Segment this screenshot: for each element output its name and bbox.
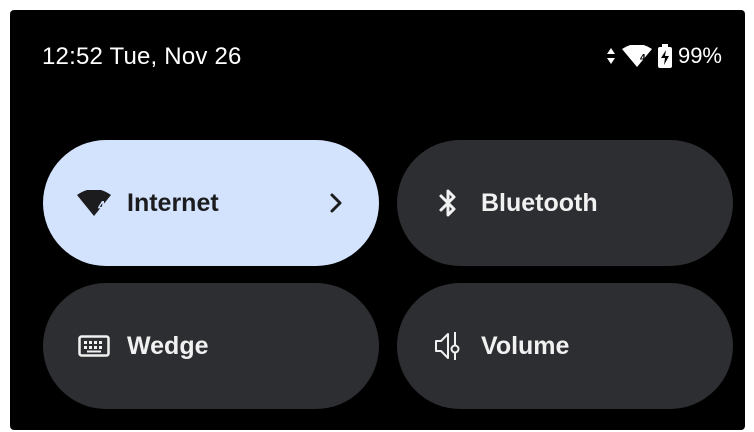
status-icons: 4 99% (606, 43, 722, 69)
keyboard-icon (77, 329, 111, 363)
quick-settings-screen: 12:52 Tue, Nov 26 4 99% 4 Internet Bluet… (10, 10, 745, 430)
svg-text:4: 4 (98, 198, 106, 213)
tile-internet[interactable]: 4 Internet (43, 140, 379, 266)
tile-internet-label: Internet (127, 188, 219, 217)
wifi-icon: 4 (77, 186, 111, 220)
data-updown-icon (606, 48, 615, 64)
wifi-icon: 4 (621, 45, 652, 67)
tile-wedge-label: Wedge (127, 331, 209, 360)
tile-bluetooth[interactable]: Bluetooth (397, 140, 733, 266)
battery-percentage: 99% (677, 43, 722, 68)
tile-volume-label: Volume (481, 331, 570, 360)
chevron-right-icon (330, 193, 342, 213)
volume-icon (431, 329, 465, 363)
clock-date: 12:52 Tue, Nov 26 (42, 43, 242, 70)
tile-wedge[interactable]: Wedge (43, 283, 379, 409)
tile-volume[interactable]: Volume (397, 283, 733, 409)
tile-bluetooth-label: Bluetooth (481, 188, 598, 217)
status-bar: 12:52 Tue, Nov 26 4 99% (10, 10, 745, 110)
svg-text:4: 4 (640, 53, 646, 64)
bluetooth-icon (431, 186, 465, 220)
battery-charging-icon (657, 44, 672, 68)
